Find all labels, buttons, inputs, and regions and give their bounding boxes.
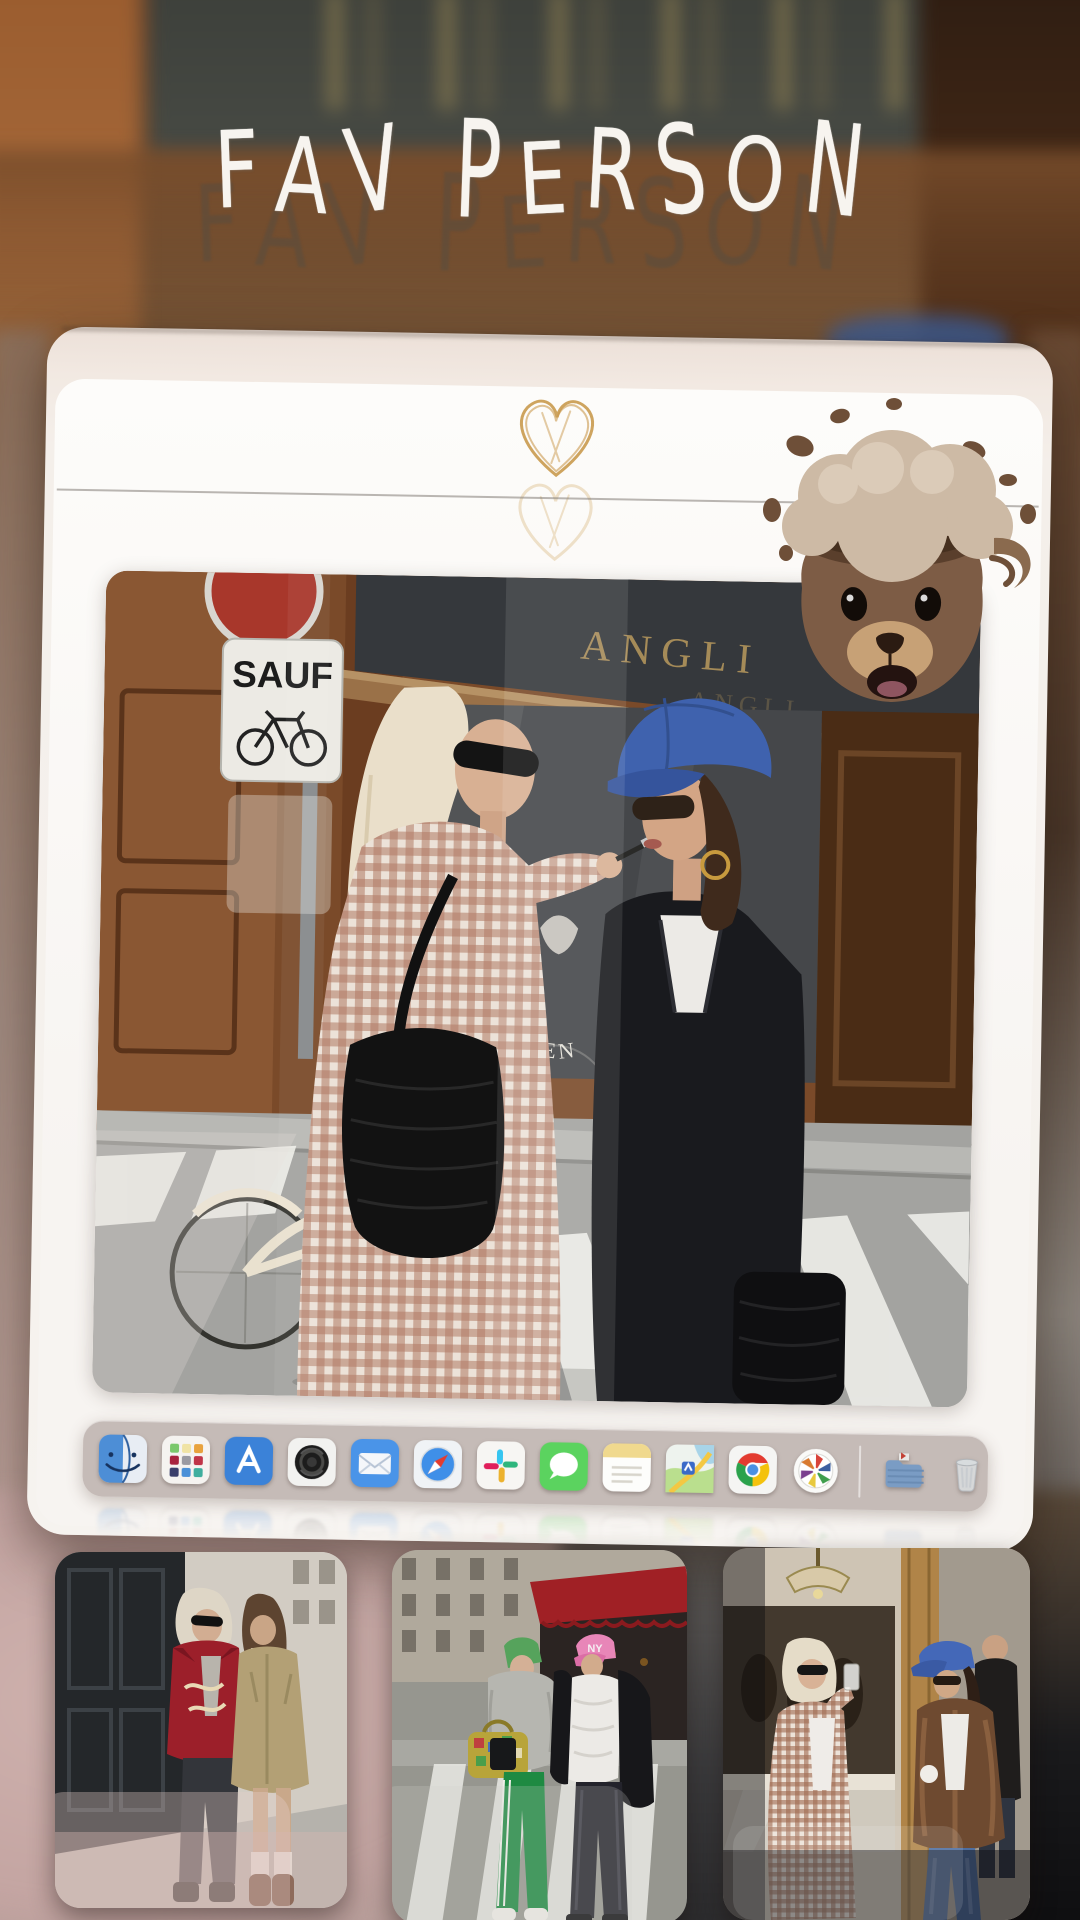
chrome-icon[interactable] bbox=[728, 1445, 777, 1494]
mind-blown-bear-sticker bbox=[742, 388, 1042, 733]
finder-icon[interactable] bbox=[98, 1434, 147, 1483]
photo-bottom-right bbox=[723, 1548, 1030, 1920]
maps-icon[interactable] bbox=[665, 1444, 714, 1493]
cap-ny-text: NY bbox=[587, 1643, 603, 1655]
notes-icon[interactable] bbox=[602, 1443, 651, 1492]
launchpad-icon bbox=[160, 1509, 209, 1558]
safari-icon[interactable] bbox=[413, 1440, 462, 1489]
messages-icon[interactable] bbox=[539, 1442, 588, 1491]
camera-lens-icon[interactable] bbox=[287, 1438, 336, 1487]
photo-bottom-left bbox=[55, 1552, 347, 1908]
launchpad-icon[interactable] bbox=[161, 1435, 210, 1484]
dock-separator bbox=[858, 1446, 861, 1498]
finder-icon bbox=[97, 1508, 146, 1557]
dock bbox=[81, 1420, 988, 1556]
heart-doodle bbox=[500, 382, 613, 564]
mail-icon[interactable] bbox=[350, 1439, 399, 1488]
slack-icon[interactable] bbox=[476, 1441, 525, 1490]
photo-bottom-middle: NY bbox=[392, 1550, 687, 1920]
mail-icon bbox=[349, 1513, 398, 1562]
story-canvas: FAV PERSONFAV PERSON bbox=[0, 0, 1080, 1920]
downloads-folder-icon[interactable] bbox=[879, 1448, 928, 1497]
title-text: FAV PERSON bbox=[207, 118, 874, 222]
photos-pinwheel-icon[interactable] bbox=[791, 1446, 840, 1495]
trash-icon[interactable] bbox=[942, 1449, 991, 1498]
app-store-icon[interactable] bbox=[224, 1437, 273, 1486]
